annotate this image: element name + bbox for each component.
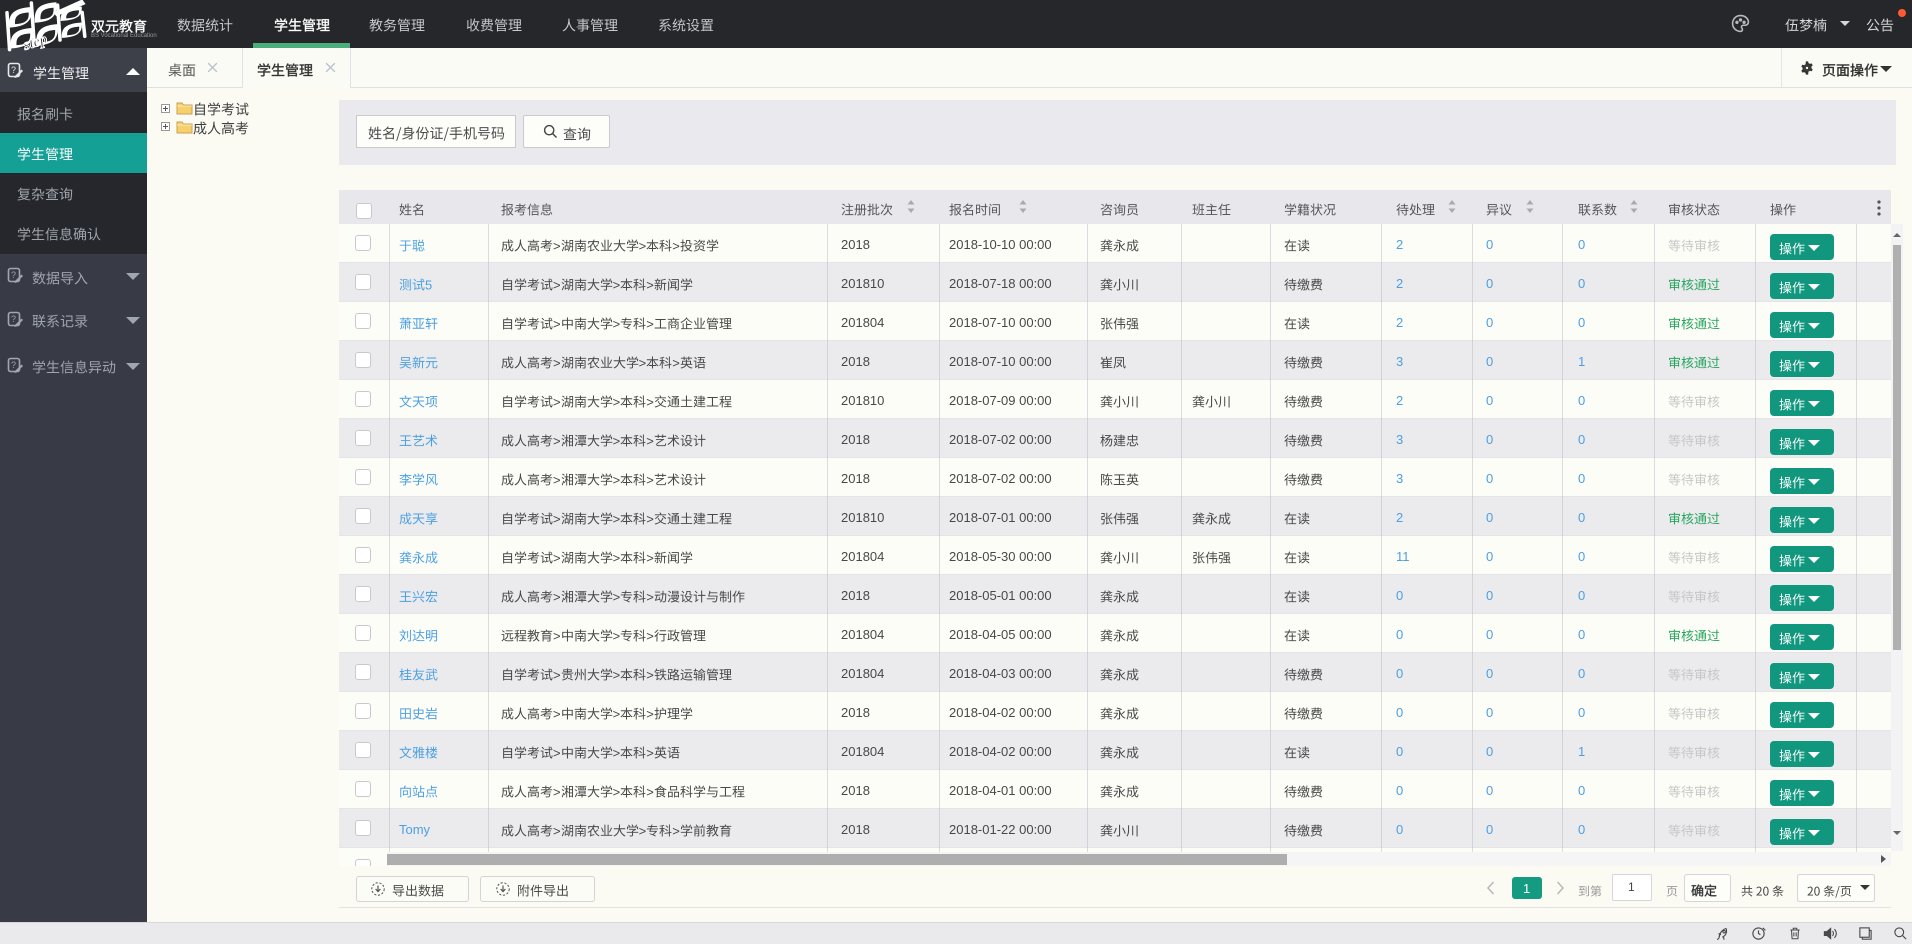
- svg-text:?: ?: [11, 65, 16, 75]
- svg-text:?: ?: [11, 270, 16, 280]
- svg-text:?: ?: [11, 360, 16, 370]
- svg-text:?: ?: [11, 314, 16, 324]
